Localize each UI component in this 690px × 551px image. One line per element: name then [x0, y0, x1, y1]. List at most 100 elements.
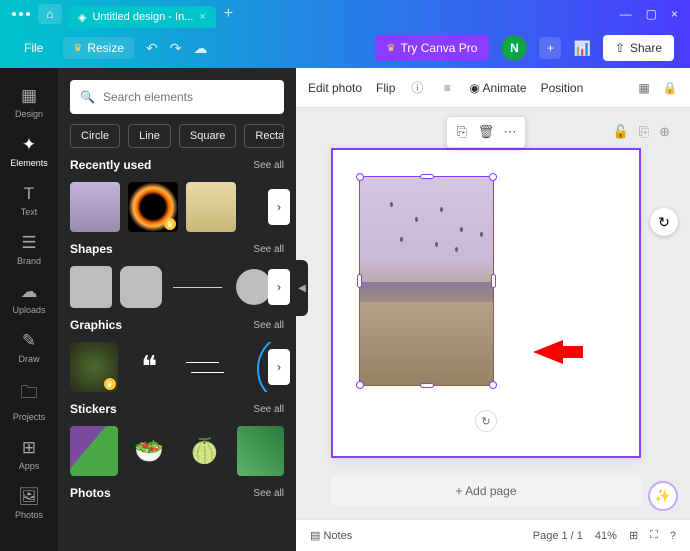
- tab-close-button[interactable]: ×: [199, 11, 205, 23]
- animate-button[interactable]: ◉ Animate: [469, 81, 526, 95]
- nav-uploads[interactable]: ☁Uploads: [0, 274, 58, 323]
- search-input[interactable]: [103, 90, 274, 104]
- add-member-button[interactable]: +: [539, 37, 561, 59]
- add-page-icon[interactable]: ⊕: [659, 124, 670, 140]
- resize-handle[interactable]: [356, 173, 364, 181]
- duplicate-button[interactable]: ⎘: [451, 121, 473, 143]
- see-all-link[interactable]: See all: [253, 404, 284, 415]
- new-tab-button[interactable]: +: [224, 5, 233, 23]
- page-indicator[interactable]: Page 1 / 1: [533, 530, 583, 542]
- nav-design[interactable]: ▦Design: [0, 78, 58, 127]
- graphic-quote[interactable]: [126, 342, 174, 392]
- magic-button[interactable]: ✨: [648, 481, 678, 511]
- nav-elements[interactable]: ✦Elements: [0, 127, 58, 176]
- scroll-right-button[interactable]: ›: [268, 349, 290, 385]
- more-options-button[interactable]: ⋯: [499, 121, 521, 143]
- help-icon[interactable]: ?: [670, 530, 676, 542]
- see-all-link[interactable]: See all: [253, 160, 284, 171]
- selected-photo-element[interactable]: [359, 176, 494, 386]
- nav-apps[interactable]: ⊞Apps: [0, 430, 58, 479]
- resize-handle[interactable]: [489, 381, 497, 389]
- transparency-icon[interactable]: ▦: [636, 80, 652, 96]
- draw-icon: ✎: [22, 331, 36, 351]
- resize-handle[interactable]: [489, 173, 497, 181]
- collapse-panel-button[interactable]: ◀: [296, 260, 308, 316]
- zoom-level[interactable]: 41%: [595, 530, 617, 542]
- section-recently-used: Recently used: [70, 158, 151, 172]
- delete-button[interactable]: 🗑: [475, 121, 497, 143]
- chip-square[interactable]: Square: [179, 124, 236, 148]
- apps-icon: ⊞: [22, 438, 36, 458]
- search-box[interactable]: 🔍: [70, 80, 284, 114]
- graphic-gradient[interactable]: ♛: [70, 342, 118, 392]
- shape-line[interactable]: [170, 266, 225, 308]
- file-menu[interactable]: File: [16, 37, 51, 59]
- user-avatar[interactable]: N: [501, 35, 527, 61]
- nav-projects[interactable]: 🗀Projects: [0, 372, 58, 430]
- grid-view-icon[interactable]: ⊞: [629, 529, 638, 542]
- resize-handle[interactable]: [491, 274, 496, 288]
- see-all-link[interactable]: See all: [253, 488, 284, 499]
- refresh-button[interactable]: ↻: [650, 208, 678, 236]
- analytics-icon[interactable]: 📊: [573, 40, 590, 57]
- try-pro-button[interactable]: ♛Try Canva Pro: [375, 35, 490, 61]
- position-button[interactable]: Position: [541, 81, 584, 95]
- photos-icon: 🖼: [18, 487, 40, 507]
- resize-handle[interactable]: [356, 381, 364, 389]
- undo-button[interactable]: ↶: [146, 40, 158, 57]
- align-icon[interactable]: ≡: [439, 80, 455, 96]
- cloud-sync-icon[interactable]: ☁: [193, 40, 207, 57]
- scroll-right-button[interactable]: ›: [268, 269, 290, 305]
- fullscreen-icon[interactable]: ⛶: [650, 529, 658, 542]
- home-button[interactable]: ⌂: [38, 4, 62, 24]
- crown-icon: ♛: [387, 43, 396, 54]
- close-window-button[interactable]: ×: [671, 7, 678, 21]
- add-page-button[interactable]: + Add page: [331, 476, 641, 506]
- sticker-1[interactable]: [70, 426, 118, 476]
- pro-badge-icon: ♛: [104, 378, 116, 390]
- nav-draw[interactable]: ✎Draw: [0, 323, 58, 372]
- redo-button[interactable]: ↷: [170, 40, 182, 57]
- resize-handle[interactable]: [357, 274, 362, 288]
- title-bar: ⌂ ◈ Untitled design - In... × + — ▢ ×: [0, 0, 690, 28]
- see-all-link[interactable]: See all: [253, 320, 284, 331]
- share-button[interactable]: ⇧Share: [603, 35, 674, 61]
- design-canvas[interactable]: ⎘ 🗑 ⋯ ↻: [331, 148, 641, 458]
- graphic-lines[interactable]: [181, 342, 229, 392]
- resize-handle[interactable]: [420, 383, 434, 388]
- sticker-3[interactable]: [181, 426, 229, 476]
- sticker-2[interactable]: [126, 426, 174, 476]
- nav-brand[interactable]: ☰Brand: [0, 225, 58, 274]
- elements-panel: 🔍 Circle Line Square Rectang Recently us…: [58, 68, 296, 551]
- rotate-handle[interactable]: ↻: [475, 410, 497, 432]
- sticker-4[interactable]: [237, 426, 285, 476]
- minimize-button[interactable]: —: [620, 7, 632, 21]
- recent-thumb-3[interactable]: [186, 182, 236, 232]
- nav-photos[interactable]: 🖼Photos: [0, 479, 58, 528]
- chip-rectangle[interactable]: Rectang: [244, 124, 284, 148]
- recent-thumb-2[interactable]: ♛: [128, 182, 178, 232]
- flip-button[interactable]: Flip: [376, 81, 395, 95]
- notes-button[interactable]: ▤ Notes: [310, 529, 352, 542]
- lock-icon[interactable]: 🔒: [662, 80, 678, 96]
- section-photos: Photos: [70, 486, 111, 500]
- chip-line[interactable]: Line: [128, 124, 171, 148]
- nav-text[interactable]: TText: [0, 176, 58, 225]
- document-tab[interactable]: ◈ Untitled design - In... ×: [68, 6, 216, 28]
- chip-circle[interactable]: Circle: [70, 124, 120, 148]
- recent-thumb-1[interactable]: [70, 182, 120, 232]
- edit-photo-button[interactable]: Edit photo: [308, 81, 362, 95]
- see-all-link[interactable]: See all: [253, 244, 284, 255]
- menu-dots-icon[interactable]: [12, 12, 30, 16]
- shape-rounded-square[interactable]: [120, 266, 162, 308]
- shape-square[interactable]: [70, 266, 112, 308]
- section-graphics: Graphics: [70, 318, 122, 332]
- pro-badge-icon: ♛: [164, 218, 176, 230]
- maximize-button[interactable]: ▢: [646, 7, 657, 21]
- resize-handle[interactable]: [420, 174, 434, 179]
- scroll-right-button[interactable]: ›: [268, 189, 290, 225]
- resize-button[interactable]: ♛Resize: [63, 37, 134, 59]
- unlock-page-icon[interactable]: 🔓: [613, 124, 629, 140]
- duplicate-page-icon[interactable]: ⎘: [639, 124, 649, 140]
- info-icon[interactable]: ⓘ: [409, 80, 425, 96]
